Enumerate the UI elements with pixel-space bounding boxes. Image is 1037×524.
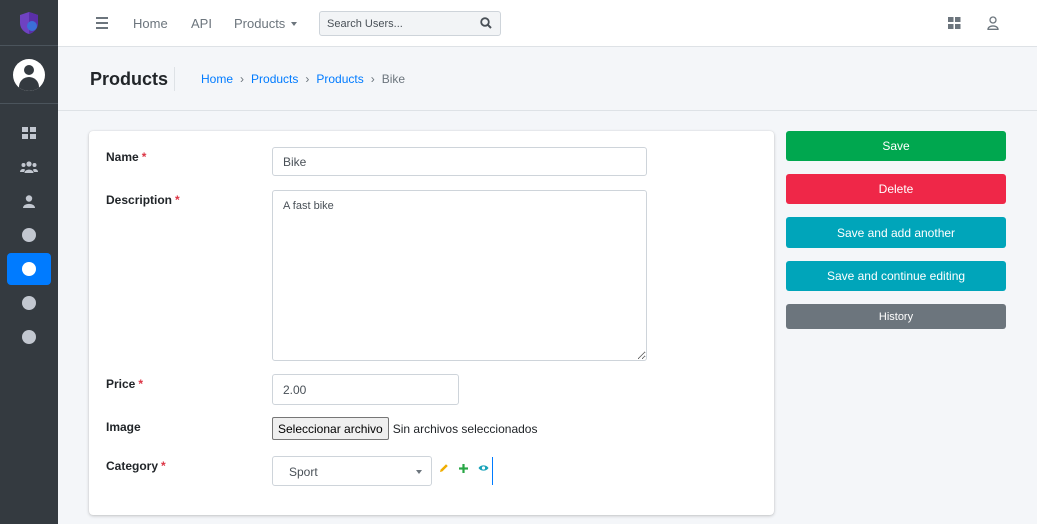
pencil-icon[interactable] (439, 463, 449, 473)
save-button[interactable]: Save (786, 131, 1006, 161)
user-panel[interactable] (0, 46, 58, 104)
choose-file-button[interactable]: Seleccionar archivo (272, 417, 389, 440)
related-widget-actions (439, 463, 489, 473)
shield-logo-icon (20, 11, 38, 34)
text-cursor (492, 457, 493, 485)
circle-icon (22, 228, 36, 242)
save-add-another-button[interactable]: Save and add another (786, 217, 1006, 248)
price-input[interactable] (272, 374, 459, 405)
search-input[interactable] (320, 12, 470, 35)
file-status-text: Sin archivos seleccionados (392, 421, 538, 436)
plus-icon[interactable] (459, 463, 468, 473)
caret-down-icon (291, 22, 298, 26)
category-selected-value: Sport (289, 465, 318, 479)
chevron-down-icon (416, 470, 422, 474)
user-avatar-icon (13, 58, 45, 91)
top-navbar: Home API Products (58, 0, 1037, 47)
breadcrumb-separator: › (305, 72, 310, 86)
sidebar-item-2[interactable] (0, 286, 58, 320)
image-file-input: Seleccionar archivo Sin archivos selecci… (272, 417, 537, 440)
sidebar-item-groups[interactable] (0, 150, 58, 184)
eye-icon[interactable] (478, 464, 489, 472)
name-input[interactable] (272, 147, 647, 176)
save-continue-button[interactable]: Save and continue editing (786, 261, 1006, 291)
breadcrumb-separator: › (370, 72, 375, 86)
required-mark: * (138, 377, 144, 391)
description-label-text: Description (106, 193, 173, 207)
breadcrumb-products-app[interactable]: Products (251, 72, 298, 86)
users-group-icon (20, 161, 38, 173)
description-label: Description * (106, 193, 180, 207)
circle-icon (22, 296, 36, 310)
nav-link-api[interactable]: API (191, 16, 212, 31)
price-label: Price * (106, 377, 143, 391)
price-label-text: Price (106, 377, 136, 391)
sidebar-menu (0, 104, 58, 354)
circle-icon (22, 262, 36, 276)
content-header: Products Home › Products › Products › Bi… (58, 47, 1037, 111)
image-label: Image (106, 420, 141, 434)
sidebar-item-1[interactable] (0, 218, 58, 252)
sidebar-item-products[interactable] (7, 253, 51, 285)
menu-toggle-icon[interactable] (96, 17, 108, 32)
user-outline-icon[interactable] (987, 16, 999, 30)
nav-link-home[interactable]: Home (133, 16, 168, 31)
required-mark: * (141, 150, 147, 164)
nav-dropdown-products[interactable]: Products (234, 16, 298, 31)
required-mark: * (161, 459, 166, 473)
breadcrumb-separator: › (240, 72, 245, 86)
sidebar-item-dashboard[interactable] (0, 116, 58, 150)
history-button[interactable]: History (786, 304, 1006, 329)
search-icon[interactable] (480, 17, 492, 29)
search-form (319, 11, 501, 36)
circle-icon (22, 330, 36, 344)
breadcrumb-products-model[interactable]: Products (316, 72, 363, 86)
apps-grid-icon[interactable] (948, 17, 961, 29)
required-mark: * (175, 193, 180, 207)
sidebar-item-users[interactable] (0, 184, 58, 218)
name-label-text: Name (106, 150, 139, 164)
description-textarea[interactable]: A fast bike (272, 190, 647, 361)
delete-button[interactable]: Delete (786, 174, 1006, 204)
category-select[interactable]: Sport (272, 456, 432, 486)
page-title: Products (90, 69, 169, 89)
product-form-card: Name* Description* A fast bike Price* Im… (89, 131, 774, 515)
header-divider (174, 67, 175, 91)
user-icon (23, 194, 35, 208)
brand-logo-link[interactable] (0, 0, 58, 46)
nav-dropdown-label: Products (234, 16, 286, 31)
name-label: Name * (106, 150, 146, 164)
main-sidebar (0, 0, 58, 524)
category-label-text: Category (106, 459, 159, 473)
sidebar-item-3[interactable] (0, 320, 58, 354)
breadcrumb: Home › Products › Products › Bike (201, 72, 405, 86)
breadcrumb-home[interactable]: Home (201, 72, 233, 86)
breadcrumb-current: Bike (381, 72, 406, 86)
dashboard-icon (22, 127, 36, 139)
category-label: Category * (106, 459, 166, 473)
